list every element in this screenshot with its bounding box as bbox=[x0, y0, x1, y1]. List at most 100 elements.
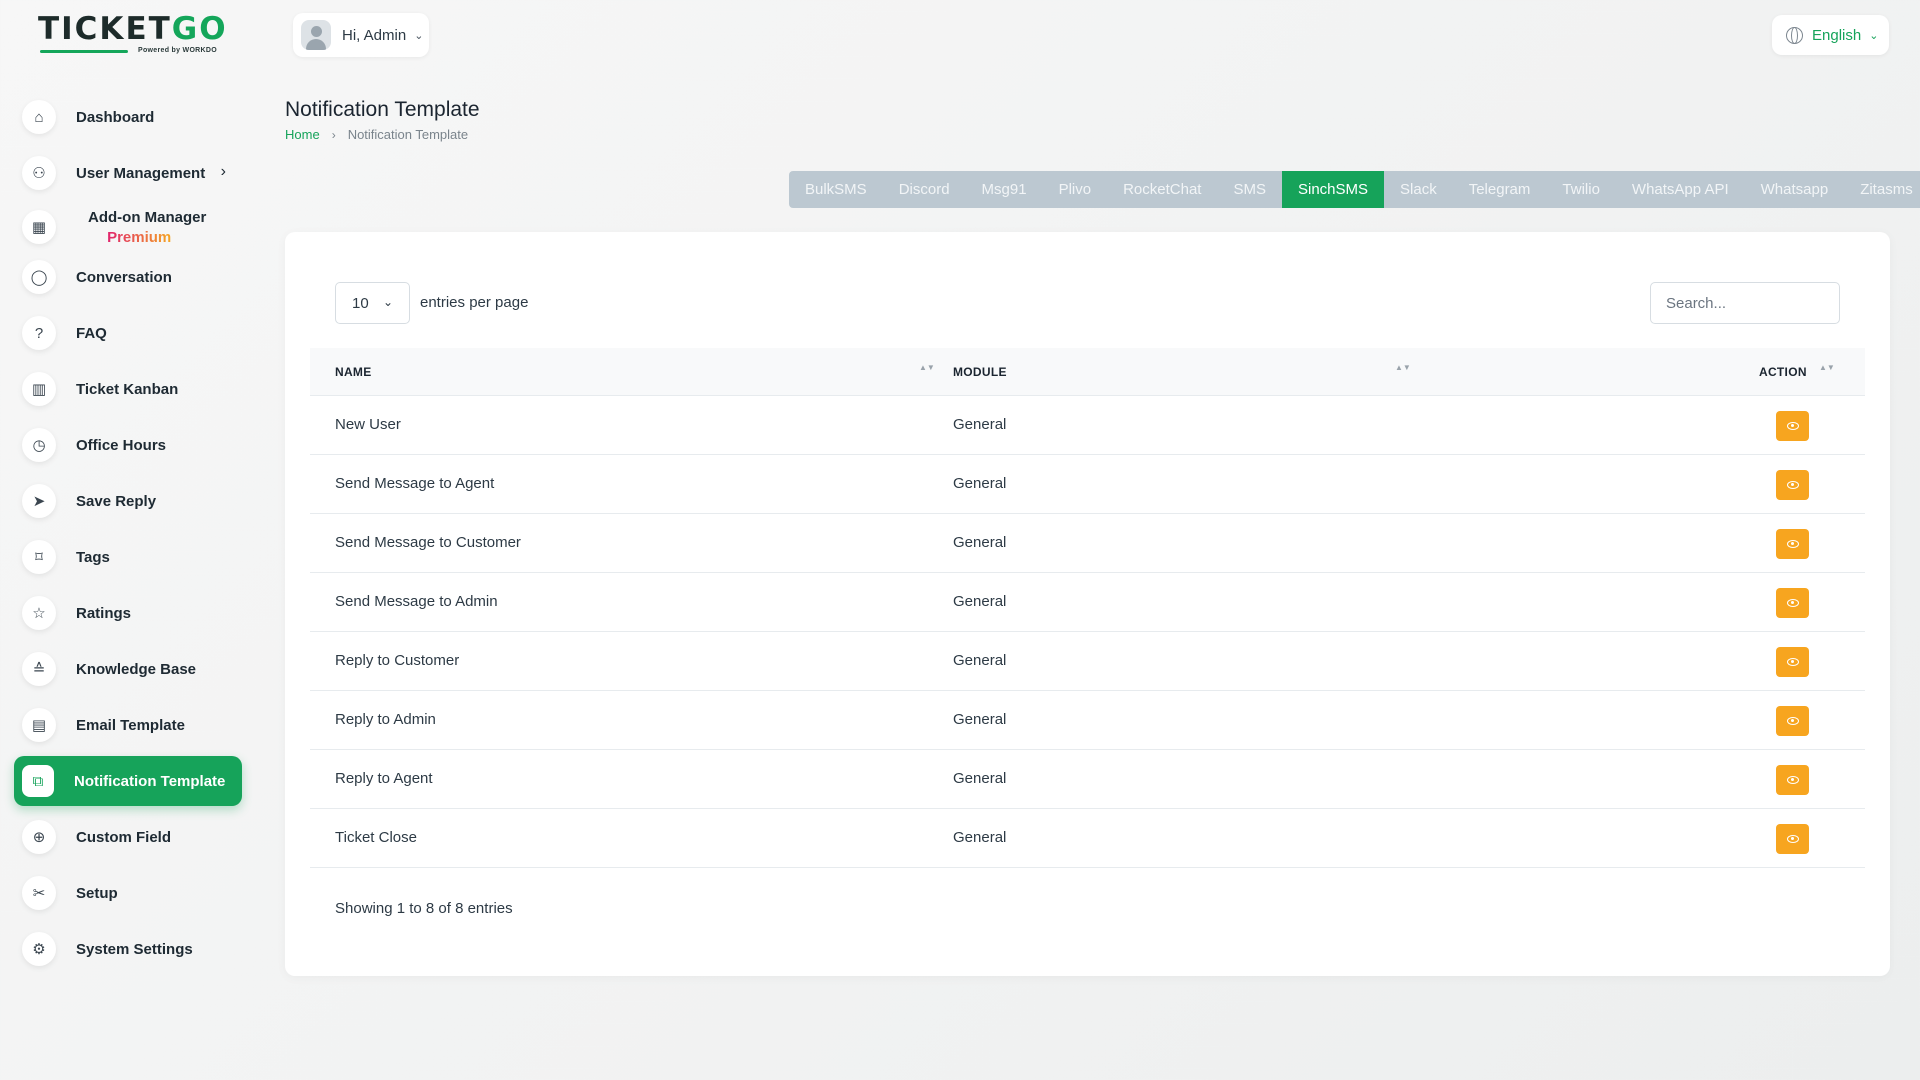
template-icon: ▤ bbox=[22, 708, 56, 742]
tab-zitasms[interactable]: Zitasms bbox=[1844, 171, 1920, 208]
template-module: General bbox=[953, 475, 1007, 492]
table-row: Reply to Admin General bbox=[310, 691, 1865, 750]
tab-plivo[interactable]: Plivo bbox=[1043, 171, 1108, 208]
tab-twilio[interactable]: Twilio bbox=[1546, 171, 1616, 208]
logo[interactable]: TICKETGO Powered by WORKDO bbox=[38, 12, 226, 58]
sort-icon[interactable]: ▲▼ bbox=[1819, 364, 1835, 372]
templates-card: 10 ⌄ entries per page NAME ▲▼ MODULE ▲▼ … bbox=[285, 232, 1890, 976]
template-module: General bbox=[953, 652, 1007, 669]
globe-icon bbox=[1786, 26, 1803, 44]
logo-accent-text: GO bbox=[171, 11, 228, 47]
view-button[interactable] bbox=[1776, 529, 1809, 559]
table-row: Reply to Customer General bbox=[310, 632, 1865, 691]
column-header-module[interactable]: MODULE bbox=[953, 365, 1007, 379]
eye-icon bbox=[1786, 540, 1799, 548]
sidebar-item-setup[interactable]: ✂ Setup bbox=[14, 868, 242, 918]
table-body: New User General Send Message to Agent Gene… bbox=[310, 396, 1865, 868]
tab-telegram[interactable]: Telegram bbox=[1453, 171, 1547, 208]
tab-sinchsms[interactable]: SinchSMS bbox=[1281, 171, 1385, 208]
sidebar-item-tags[interactable]: ⌑ Tags bbox=[14, 532, 242, 582]
tab-discord[interactable]: Discord bbox=[883, 171, 966, 208]
question-icon: ? bbox=[22, 316, 56, 350]
logo-wordmark: TICKETGO bbox=[38, 12, 226, 46]
tab-msg91[interactable]: Msg91 bbox=[966, 171, 1043, 208]
language-label: English bbox=[1812, 26, 1862, 44]
sidebar-item-label: FAQ bbox=[76, 324, 107, 342]
gear-icon: ⚙ bbox=[22, 932, 56, 966]
sidebar-item-label: System Settings bbox=[76, 940, 193, 958]
language-selector[interactable]: English ⌄ bbox=[1772, 15, 1889, 55]
sort-icon[interactable]: ▲▼ bbox=[919, 364, 935, 372]
eye-icon bbox=[1786, 835, 1799, 843]
column-header-name[interactable]: NAME bbox=[335, 365, 372, 379]
eye-icon bbox=[1786, 776, 1799, 784]
table-row: Ticket Close General bbox=[310, 809, 1865, 868]
send-icon: ➤ bbox=[22, 484, 56, 518]
kanban-icon: ▥ bbox=[22, 372, 56, 406]
eye-icon bbox=[1786, 422, 1799, 430]
view-button[interactable] bbox=[1776, 706, 1809, 736]
sidebar-item-add-on-manager[interactable]: ▦ Add-on Manager Premium bbox=[14, 196, 242, 258]
sidebar-item-ratings[interactable]: ☆ Ratings bbox=[14, 588, 242, 638]
view-button[interactable] bbox=[1776, 765, 1809, 795]
sidebar-item-system-settings[interactable]: ⚙ System Settings bbox=[14, 924, 242, 974]
breadcrumb-home-link[interactable]: Home bbox=[285, 127, 320, 142]
column-header-action[interactable]: ACTION bbox=[1759, 365, 1807, 379]
eye-icon bbox=[1786, 717, 1799, 725]
sidebar-item-knowledge-base[interactable]: ≙ Knowledge Base bbox=[14, 644, 242, 694]
sidebar-item-text: Add-on Manager Premium bbox=[72, 209, 206, 246]
clock-icon: ◷ bbox=[22, 428, 56, 462]
view-button[interactable] bbox=[1776, 588, 1809, 618]
sidebar-item-notification-template[interactable]: ⧉ Notification Template bbox=[14, 756, 242, 806]
sidebar-item-dashboard[interactable]: ⌂ Dashboard bbox=[14, 92, 242, 142]
eye-icon bbox=[1786, 658, 1799, 666]
sidebar-item-label: User Management bbox=[76, 164, 206, 182]
table-row: Send Message to Customer General bbox=[310, 514, 1865, 573]
sidebar-item-label: Email Template bbox=[76, 716, 185, 734]
table-row: New User General bbox=[310, 396, 1865, 455]
sidebar-item-ticket-kanban[interactable]: ▥ Ticket Kanban bbox=[14, 364, 242, 414]
entries-per-page-select[interactable]: 10 ⌄ bbox=[335, 282, 410, 324]
tab-bulksms[interactable]: BulkSMS bbox=[789, 171, 883, 208]
premium-badge: Premium bbox=[107, 228, 172, 246]
sidebar-item-conversation[interactable]: ◯ Conversation bbox=[14, 252, 242, 302]
grid-icon: ▦ bbox=[22, 210, 56, 244]
tab-sms[interactable]: SMS bbox=[1217, 171, 1282, 208]
sidebar: TICKETGO Powered by WORKDO ⌂ Dashboard ⚇ Us… bbox=[0, 0, 262, 1080]
view-button[interactable] bbox=[1776, 824, 1809, 854]
provider-tabs: BulkSMS Discord Msg91 Plivo RocketChat SMS Sin… bbox=[789, 171, 1920, 208]
view-button[interactable] bbox=[1776, 470, 1809, 500]
pagination-info: Showing 1 to 8 of 8 entries bbox=[335, 900, 513, 917]
sidebar-item-office-hours[interactable]: ◷ Office Hours bbox=[14, 420, 242, 470]
tag-icon: ⌑ bbox=[22, 540, 56, 574]
sidebar-item-label: Custom Field bbox=[76, 828, 172, 846]
sidebar-item-faq[interactable]: ? FAQ bbox=[14, 308, 242, 358]
tab-whatsapp[interactable]: Whatsapp bbox=[1745, 171, 1845, 208]
sidebar-item-user-management[interactable]: ⚇ User Management › bbox=[14, 148, 242, 198]
tab-slack[interactable]: Slack bbox=[1384, 171, 1453, 208]
notification-icon: ⧉ bbox=[22, 765, 54, 797]
view-button[interactable] bbox=[1776, 411, 1809, 441]
breadcrumb: Home › Notification Template bbox=[285, 127, 468, 142]
breadcrumb-separator-icon: › bbox=[331, 127, 336, 142]
sort-icon[interactable]: ▲▼ bbox=[1395, 364, 1411, 372]
tab-rocketchat[interactable]: RocketChat bbox=[1107, 171, 1217, 208]
template-module: General bbox=[953, 711, 1007, 728]
entries-per-page-value: 10 bbox=[352, 294, 369, 312]
template-name: Send Message to Admin bbox=[335, 593, 498, 610]
template-name: Send Message to Customer bbox=[335, 534, 521, 551]
tab-whatsapp-api[interactable]: WhatsApp API bbox=[1616, 171, 1745, 208]
sidebar-item-label: Ratings bbox=[76, 604, 132, 622]
sidebar-item-custom-field[interactable]: ⊕ Custom Field bbox=[14, 812, 242, 862]
template-module: General bbox=[953, 534, 1007, 551]
template-module: General bbox=[953, 770, 1007, 787]
view-button[interactable] bbox=[1776, 647, 1809, 677]
sidebar-item-email-template[interactable]: ▤ Email Template bbox=[14, 700, 242, 750]
page-title: Notification Template bbox=[285, 98, 480, 121]
sidebar-item-save-reply[interactable]: ➤ Save Reply bbox=[14, 476, 242, 526]
user-menu-button[interactable]: Hi, Admin ⌄ bbox=[293, 13, 429, 57]
template-module: General bbox=[953, 829, 1007, 846]
chevron-down-icon: ⌄ bbox=[1869, 29, 1879, 42]
search-input[interactable] bbox=[1650, 282, 1840, 324]
star-icon: ☆ bbox=[22, 596, 56, 630]
